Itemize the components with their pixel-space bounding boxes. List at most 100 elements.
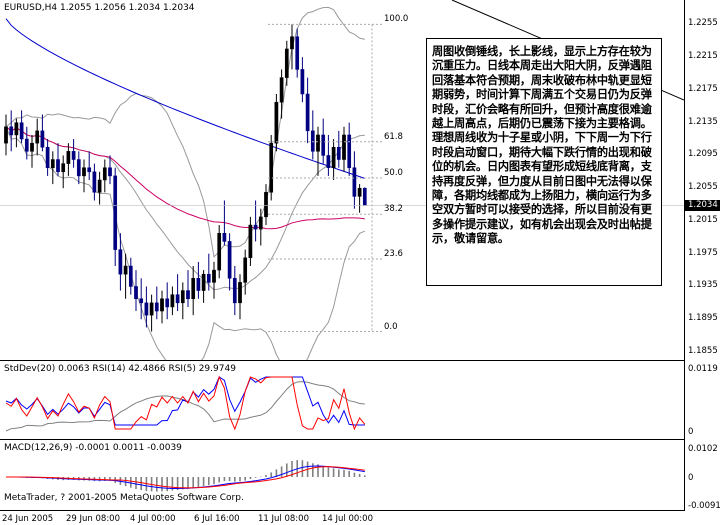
price-tick: 1.2015 [688,214,718,225]
candle-body [149,302,154,316]
candle-body [87,167,92,173]
candle-body [92,171,97,193]
candle [331,139,336,180]
time-label: 24 Jun 2005 [2,514,54,524]
candle [154,286,159,320]
candle [352,151,357,209]
copyright-text: MetaTrader, ? 2001-2005 MetaQuotes Softw… [4,493,244,503]
candle-body [284,48,289,78]
candle-body [123,265,128,275]
fib-level-label: 50.0 [384,167,403,178]
candle-body [108,167,112,177]
candle-body [212,269,216,283]
candle [217,225,222,279]
candle-body [290,36,294,50]
candle [201,270,206,303]
candle [40,114,45,152]
candle-body [139,298,144,304]
candle-body [243,257,248,283]
candle-body [248,224,253,259]
price-chart-pane[interactable]: EURUSD,H4 1.2055 1.2056 1.2034 1.2034 10… [0,0,685,361]
candle-body [154,302,159,312]
metatrader-chart-window: EURUSD,H4 1.2055 1.2056 1.2034 1.2034 10… [0,0,720,525]
candle-body [222,232,227,242]
candle [243,249,248,295]
candle [160,290,164,324]
candle-body [362,187,367,206]
time-axis[interactable]: 24 Jun 2005 29 Jun 08:00 4 Jul 00:00 6 J… [0,511,720,525]
macd-main-line [5,465,365,490]
candle [279,69,284,119]
macd-axis-max: 0.0102 [688,444,718,454]
candle [76,151,81,185]
candle-body [196,278,201,291]
candle [274,94,279,152]
candle-body [19,122,24,140]
candle-body [30,142,34,152]
candle-body [35,130,40,144]
candle [113,167,118,266]
macd-axis: 0.0102 0 -0.0091 [685,440,720,511]
candle-body [97,179,102,193]
candle-body [206,273,211,283]
candle-body [316,134,320,152]
price-tick: 1.2215 [688,51,718,62]
candle-body [274,101,279,144]
candle [139,278,144,320]
candle [97,171,102,205]
candle [14,118,19,148]
candle [264,184,268,226]
candle [310,110,315,160]
candle [342,126,346,172]
candle-body [9,126,14,136]
candle [87,151,92,180]
candle [35,118,40,156]
candle-body [175,294,180,304]
candle [357,184,362,213]
candle [82,159,86,193]
candle-body [300,69,305,95]
candle [30,134,34,168]
candle-body [357,187,362,197]
candle [165,282,170,320]
candle-body [217,232,222,271]
candle [71,139,76,168]
candle [295,28,300,78]
stddev-rsi-pane[interactable]: StdDev(20) 0.0063 RSI(14) 42.4866 RSI(5)… [0,361,685,440]
time-label: 6 Jul 16:00 [194,514,240,524]
macd-axis-zero: 0 [688,473,694,483]
price-axis[interactable]: 1.2255 1.2215 1.2175 1.2135 1.2095 1.2055 1.20… [685,0,720,360]
candle [206,253,211,291]
candle-body [134,286,138,300]
candle-body [347,134,352,168]
price-tick: 1.1855 [688,346,718,356]
candle-body [56,159,60,173]
candle [362,187,367,206]
candle [186,270,190,307]
fib-level-label: 100.0 [384,14,409,25]
candle-body [165,298,170,308]
candle [19,110,24,144]
candle-body [40,130,45,148]
candle-body [71,151,76,160]
candle [336,130,341,168]
rsi5-line [5,375,366,431]
candle-body [258,216,263,230]
candle-body [191,278,196,300]
fib-level-label: 23.6 [384,249,403,260]
candle [170,286,175,316]
price-tick: 1.2055 [688,182,718,193]
candle-body [170,294,175,308]
candle [305,77,310,144]
candle [180,282,185,320]
price-tick: 1.2255 [688,18,718,29]
price-tick: 1.2135 [688,116,718,127]
candle-body [24,138,29,152]
candle [227,233,232,291]
price-tick: 1.1975 [688,247,718,258]
indicator-title: StdDev(20) 0.0063 RSI(14) 42.4866 RSI(5)… [4,364,236,374]
candle-body [82,167,86,177]
time-label: 14 Jul 00:00 [322,514,373,524]
candle [45,139,50,176]
candle-body [253,224,258,230]
